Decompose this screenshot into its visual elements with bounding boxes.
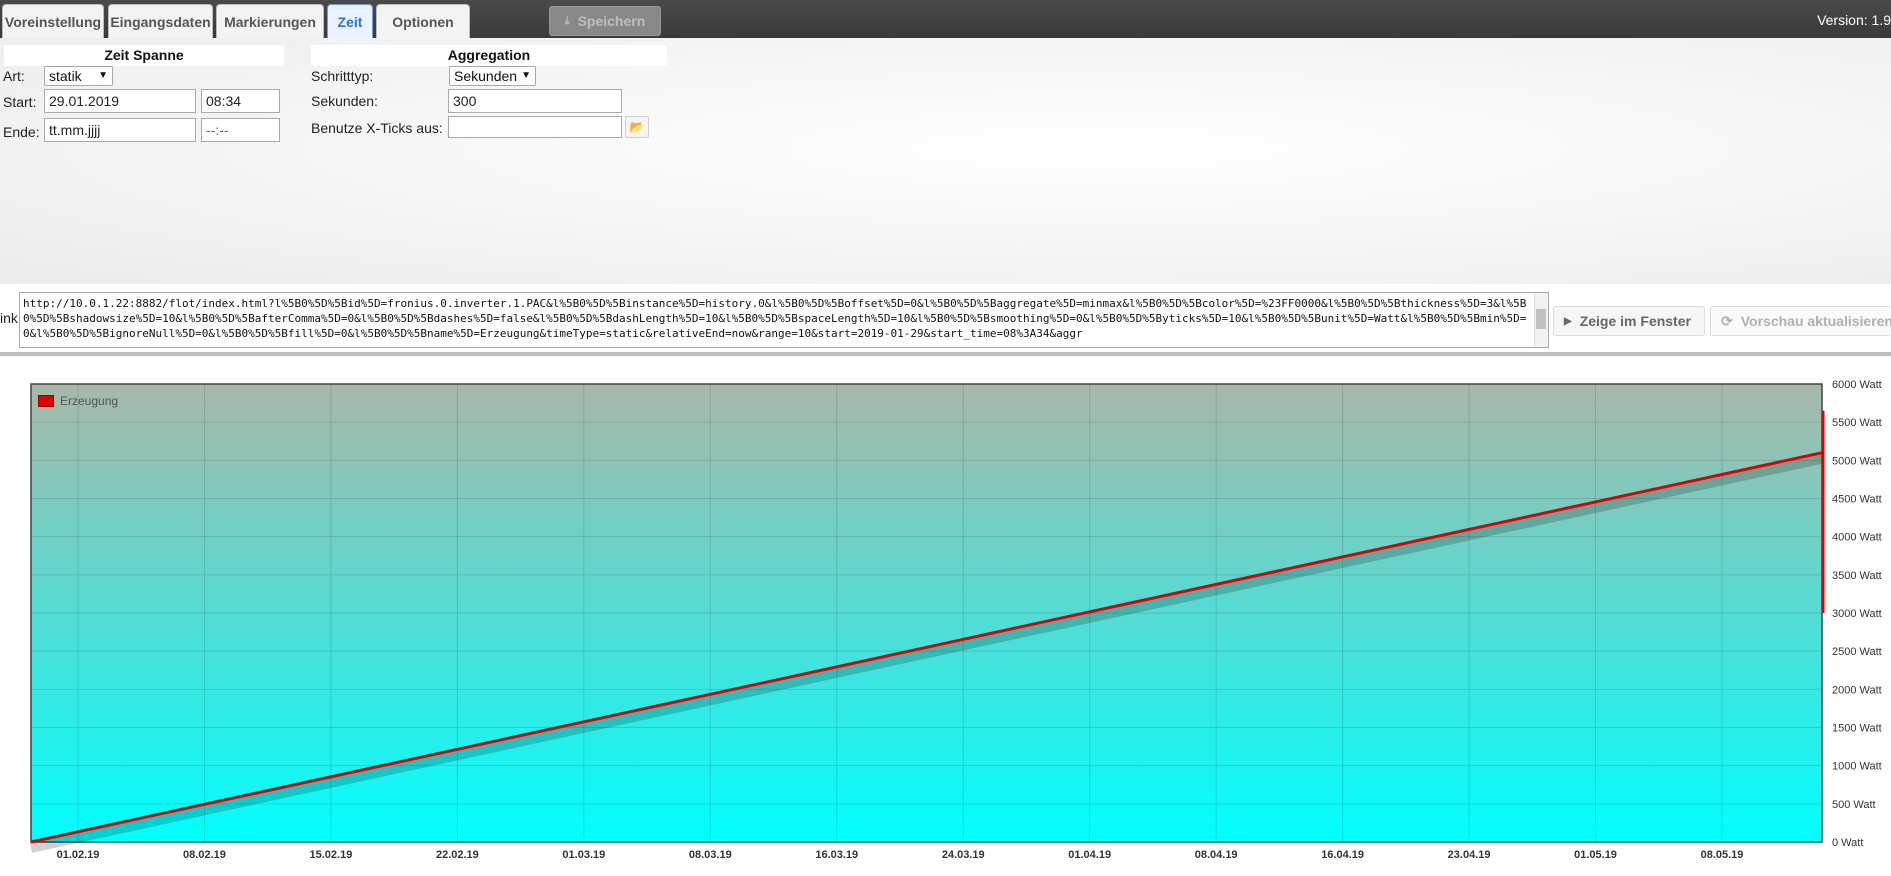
- chart-legend: Erzeugung: [38, 393, 118, 409]
- dropdown-arrow-icon: ▼: [521, 70, 531, 81]
- link-textarea[interactable]: http://10.0.1.22:8882/flot/index.html?l%…: [19, 292, 1549, 348]
- x-tick-label: 16.03.19: [815, 849, 858, 861]
- folder-open-icon: 📂: [629, 120, 645, 134]
- schritttyp-label: Schritttyp:: [311, 68, 374, 84]
- refresh-preview-label: Vorschau aktualisieren: [1740, 313, 1891, 329]
- y-tick-label: 1000 Watt: [1832, 761, 1882, 773]
- y-tick-label: 5500 Watt: [1832, 417, 1882, 429]
- y-tick-label: 5000 Watt: [1832, 455, 1882, 467]
- start-date-input[interactable]: 29.01.2019: [44, 89, 196, 113]
- x-tick-label: 24.03.19: [942, 849, 985, 861]
- save-button[interactable]: ⤓ Speichern: [549, 6, 661, 36]
- sekunden-input[interactable]: 300: [448, 89, 622, 113]
- y-tick-label: 1500 Watt: [1832, 723, 1882, 735]
- zeitspanne-title: Zeit Spanne: [4, 45, 284, 66]
- folder-open-button[interactable]: 📂: [625, 116, 649, 138]
- download-icon: ⤓: [564, 14, 570, 27]
- start-label: Start:: [3, 94, 37, 110]
- show-in-window-button[interactable]: ▶ Zeige im Fenster: [1553, 306, 1705, 336]
- tab-voreinstellung[interactable]: Voreinstellung: [2, 4, 104, 38]
- end-date-input[interactable]: tt.mm.jjjj: [44, 118, 196, 142]
- art-select-value: statik: [49, 68, 82, 84]
- x-tick-label: 08.03.19: [689, 849, 732, 861]
- x-tick-label: 01.03.19: [562, 849, 605, 861]
- y-tick-label: 0 Watt: [1832, 837, 1863, 849]
- top-tab-bar: Voreinstellung Eingangsdaten Markierunge…: [0, 0, 1891, 38]
- y-tick-label: 500 Watt: [1832, 799, 1876, 811]
- legend-label: Erzeugung: [60, 394, 119, 408]
- panel-divider: [0, 352, 1891, 356]
- aggregation-title: Aggregation: [311, 45, 667, 66]
- x-tick-label: 08.04.19: [1195, 849, 1238, 861]
- tab-optionen[interactable]: Optionen: [376, 4, 470, 38]
- tab-markierungen[interactable]: Markierungen: [216, 4, 324, 38]
- art-select[interactable]: statik ▼: [44, 66, 113, 86]
- settings-panel: [0, 38, 1891, 284]
- x-tick-label: 15.02.19: [310, 849, 353, 861]
- x-tick-label: 01.02.19: [57, 849, 100, 861]
- start-time-input[interactable]: 08:34: [201, 89, 280, 113]
- y-tick-label: 2000 Watt: [1832, 684, 1882, 696]
- refresh-icon: ⟳: [1721, 312, 1733, 329]
- tab-zeit[interactable]: Zeit: [327, 4, 373, 38]
- x-tick-label: 22.02.19: [436, 849, 479, 861]
- x-tick-label: 08.02.19: [183, 849, 226, 861]
- refresh-preview-button[interactable]: ⟳ Vorschau aktualisieren: [1710, 306, 1891, 336]
- xticks-label: Benutze X-Ticks aus:: [311, 120, 443, 136]
- x-tick-label: 01.05.19: [1574, 849, 1617, 861]
- y-tick-label: 6000 Watt: [1832, 379, 1882, 391]
- tab-eingangsdaten[interactable]: Eingangsdaten: [108, 4, 213, 38]
- end-time-input[interactable]: --:--: [201, 118, 280, 142]
- save-button-label: Speichern: [577, 13, 646, 29]
- legend-swatch: [38, 395, 54, 407]
- link-url-text: http://10.0.1.22:8882/flot/index.html?l%…: [23, 297, 1527, 340]
- xticks-input[interactable]: [448, 116, 622, 138]
- end-label: Ende:: [3, 124, 40, 140]
- x-tick-label: 16.04.19: [1321, 849, 1364, 861]
- link-label: ink: [0, 310, 18, 326]
- y-tick-label: 2500 Watt: [1832, 646, 1882, 658]
- schritttyp-select[interactable]: Sekunden ▼: [449, 66, 536, 86]
- play-icon: ▶: [1564, 315, 1572, 327]
- art-label: Art:: [3, 68, 25, 84]
- x-tick-label: 23.04.19: [1448, 849, 1491, 861]
- sekunden-label: Sekunden:: [311, 93, 378, 109]
- show-in-window-label: Zeige im Fenster: [1579, 313, 1691, 329]
- y-tick-label: 3000 Watt: [1832, 608, 1882, 620]
- y-tick-label: 3500 Watt: [1832, 570, 1882, 582]
- y-tick-label: 4500 Watt: [1832, 494, 1882, 506]
- power-chart: 0 Watt 500 Watt 1000 Watt 1500 Watt 2000 Wat…: [29, 379, 1882, 861]
- scrollbar-thumb[interactable]: [1536, 309, 1546, 329]
- y-tick-label: 4000 Watt: [1832, 532, 1882, 544]
- dropdown-arrow-icon: ▼: [98, 70, 108, 81]
- schritttyp-select-value: Sekunden: [454, 68, 518, 84]
- version-label: Version: 1.9: [1817, 12, 1891, 28]
- x-tick-label: 08.05.19: [1701, 849, 1744, 861]
- textarea-scrollbar[interactable]: [1534, 293, 1548, 347]
- x-tick-label: 01.04.19: [1068, 849, 1111, 861]
